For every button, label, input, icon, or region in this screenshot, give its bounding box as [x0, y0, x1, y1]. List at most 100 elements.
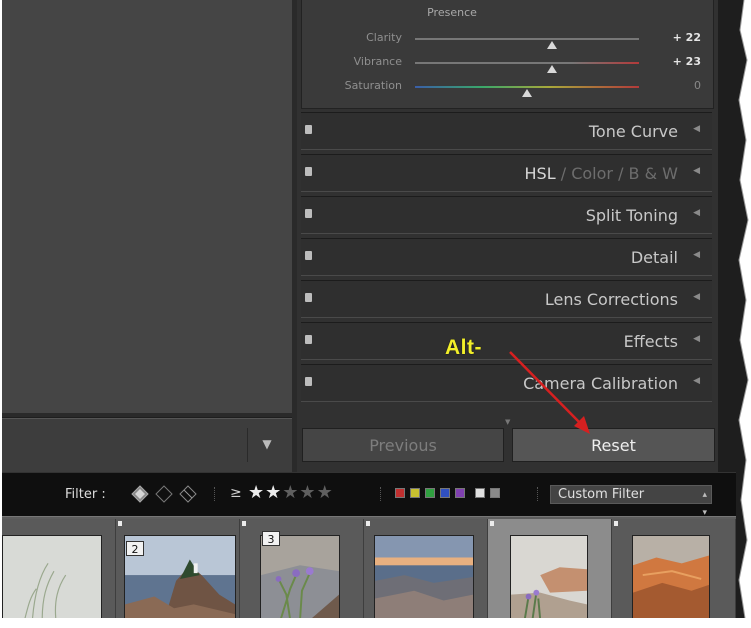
effects-label: Effects [623, 332, 678, 351]
yellow-label-icon[interactable] [410, 488, 420, 498]
sunset-rocks-thumbnail-image[interactable] [374, 535, 474, 618]
alt-key-annotation: Alt- [445, 336, 482, 359]
thumbnail-marker [242, 521, 246, 526]
detail-label: Detail [630, 248, 678, 267]
effects-header[interactable]: Effects ◀ [301, 322, 712, 360]
rating-operator[interactable]: ≥ [230, 485, 242, 501]
red-label-icon[interactable] [395, 488, 405, 498]
clarity-slider[interactable] [415, 38, 639, 49]
detail-header[interactable]: Detail ◀ [301, 238, 712, 276]
collapse-triangle-icon[interactable]: ◀ [693, 250, 700, 260]
collapse-triangle-icon[interactable]: ◀ [693, 124, 700, 134]
toolbar-dropdown-icon[interactable]: ▼ [258, 436, 276, 452]
custom-filter-value: Custom Filter [558, 487, 645, 502]
toggle-switch-icon[interactable] [305, 293, 312, 302]
vibrance-value[interactable]: + 23 [673, 55, 701, 68]
lens-corrections-label: Lens Corrections [544, 290, 678, 309]
filter-separator [537, 487, 539, 501]
orange-cliffs-thumbnail-image[interactable] [632, 535, 710, 618]
hsl-labels: HSL / Color / B & W [525, 164, 679, 183]
star-icon[interactable]: ★ [299, 482, 316, 503]
star-rating-filter[interactable]: ★★★★★ [248, 482, 334, 503]
reset-button[interactable]: Reset [512, 428, 715, 462]
saturation-slider-row: Saturation 0 [302, 78, 713, 97]
hsl-separator: / [618, 164, 624, 183]
lens-corrections-header[interactable]: Lens Corrections ◀ [301, 280, 712, 318]
collapse-triangle-icon[interactable]: ◀ [693, 166, 700, 176]
saturation-slider-thumb[interactable] [522, 89, 532, 97]
camera-calibration-label: Camera Calibration [523, 374, 678, 393]
toggle-switch-icon[interactable] [305, 125, 312, 134]
star-icon[interactable]: ★ [317, 482, 334, 503]
thumbnail-marker [118, 521, 122, 526]
presence-title: Presence [427, 6, 477, 19]
filmstrip: 2 3 [2, 516, 736, 618]
toolbar-divider [247, 428, 248, 462]
saturation-slider[interactable] [415, 86, 639, 97]
toggle-switch-icon[interactable] [305, 377, 312, 386]
green-label-icon[interactable] [425, 488, 435, 498]
filter-separator [214, 487, 216, 501]
star-icon[interactable]: ★ [282, 482, 299, 503]
filmstrip-thumbnail[interactable]: 2 [116, 519, 240, 618]
filmstrip-thumbnail[interactable] [2, 519, 116, 618]
saturation-label: Saturation [344, 79, 402, 92]
clarity-slider-thumb[interactable] [546, 41, 557, 49]
clarity-label: Clarity [366, 31, 402, 44]
preview-bottom-border [2, 413, 292, 417]
custom-filter-select[interactable]: Custom Filter ▴ ▾ [550, 485, 712, 518]
filmstrip-thumbnail[interactable]: 3 [240, 519, 364, 618]
collapse-triangle-icon[interactable]: ◀ [693, 208, 700, 218]
color-tab[interactable]: Color [571, 164, 613, 183]
previous-button[interactable]: Previous [302, 428, 504, 462]
vibrance-slider-row: Vibrance + 23 [302, 54, 713, 73]
filmstrip-thumbnail[interactable] [612, 519, 736, 618]
star-icon[interactable]: ★ [248, 482, 265, 503]
thumbnail-marker [614, 521, 618, 526]
hsl-tab[interactable]: HSL [525, 164, 556, 183]
panel-end-marker-icon: ▼ [505, 418, 511, 426]
vibrance-slider[interactable] [415, 62, 639, 73]
reject-flag-icon[interactable] [179, 485, 197, 503]
filmstrip-thumbnail[interactable] [364, 519, 488, 618]
presence-group: Presence Clarity + 22 Vibrance + 23 Satu… [301, 0, 714, 109]
no-label-icon[interactable] [490, 488, 500, 498]
camera-calibration-header[interactable]: Camera Calibration ◀ [301, 364, 712, 402]
image-preview-area [2, 0, 292, 413]
toggle-switch-icon[interactable] [305, 167, 312, 176]
wildflowers-thumbnail-image[interactable] [260, 535, 340, 618]
filmstrip-thumbnail-selected[interactable] [488, 519, 612, 618]
collapse-triangle-icon[interactable]: ◀ [693, 376, 700, 386]
hsl-separator: / [560, 164, 567, 183]
coastal-flowers-thumbnail-image[interactable] [510, 535, 588, 618]
blue-label-icon[interactable] [440, 488, 450, 498]
split-toning-header[interactable]: Split Toning ◀ [301, 196, 712, 234]
collapse-triangle-icon[interactable]: ◀ [693, 292, 700, 302]
flag-filter-icons[interactable] [128, 483, 202, 505]
pick-flag-icon[interactable] [131, 485, 149, 503]
saturation-value[interactable]: 0 [694, 79, 701, 92]
toggle-switch-icon[interactable] [305, 209, 312, 218]
vibrance-label: Vibrance [353, 55, 402, 68]
collapse-triangle-icon[interactable]: ◀ [693, 334, 700, 344]
clarity-slider-row: Clarity + 22 [302, 30, 713, 49]
lightroom-window: ▼ Presence Clarity + 22 Vibrance + 23 Sa… [2, 0, 736, 618]
hsl-header[interactable]: HSL / Color / B & W ◀ [301, 154, 712, 192]
unflagged-icon[interactable] [155, 485, 173, 503]
develop-right-panel: Presence Clarity + 22 Vibrance + 23 Satu… [297, 0, 718, 472]
toggle-switch-icon[interactable] [305, 335, 312, 344]
torn-edge-decoration [736, 0, 749, 619]
thumbnail-marker [490, 521, 494, 526]
vibrance-slider-thumb[interactable] [546, 65, 557, 73]
toggle-switch-icon[interactable] [305, 251, 312, 260]
bottom-toolbar [2, 418, 292, 473]
tone-curve-header[interactable]: Tone Curve ◀ [301, 112, 712, 150]
thumbnail-marker [366, 521, 370, 526]
purple-label-icon[interactable] [455, 488, 465, 498]
grass-thumbnail-image[interactable] [2, 535, 102, 618]
clarity-value[interactable]: + 22 [673, 31, 701, 44]
bw-tab[interactable]: B & W [629, 164, 678, 183]
custom-label-icon[interactable] [475, 488, 485, 498]
star-icon[interactable]: ★ [265, 482, 282, 503]
virtual-copy-badge: 2 [126, 541, 144, 556]
